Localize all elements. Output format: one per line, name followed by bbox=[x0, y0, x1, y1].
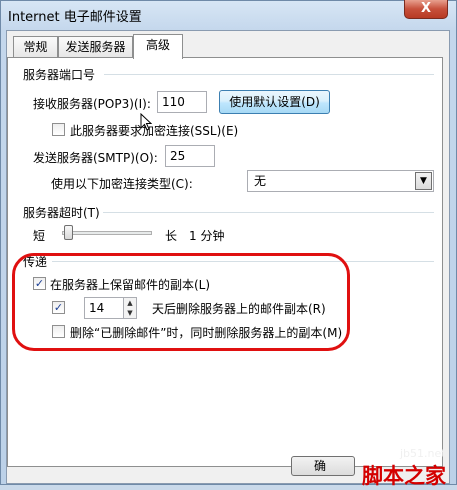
ports-group-label: 服务器端口号 bbox=[23, 66, 96, 83]
checkmark-icon: ✓ bbox=[53, 301, 64, 314]
ok-button[interactable]: 确 bbox=[291, 456, 355, 476]
keep-copy-label: 在服务器上保留邮件的副本(L) bbox=[50, 278, 211, 292]
advanced-panel bbox=[7, 57, 443, 467]
days-spinner[interactable]: ▲ ▼ bbox=[123, 297, 137, 319]
window-title: Internet 电子邮件设置 bbox=[8, 10, 142, 25]
timeout-slider-track[interactable] bbox=[62, 231, 152, 235]
checkmark-icon: ✓ bbox=[34, 277, 45, 290]
outgoing-server-label: 发送服务器(SMTP)(O): bbox=[33, 151, 158, 165]
delivery-group-divider bbox=[52, 261, 434, 262]
remove-after-days-input[interactable]: 14 bbox=[84, 297, 124, 319]
tab-advanced[interactable]: 高级 bbox=[133, 34, 183, 59]
timeout-value: 1 分钟 bbox=[189, 229, 225, 243]
timeout-short-label: 短 bbox=[33, 229, 46, 243]
use-defaults-button[interactable]: 使用默认设置(D) bbox=[219, 90, 330, 114]
ssl-label: 此服务器要求加密连接(SSL)(E) bbox=[70, 124, 239, 138]
spin-down-icon[interactable]: ▼ bbox=[124, 308, 136, 318]
tab-general[interactable]: 常规 bbox=[13, 36, 58, 58]
outgoing-port-input[interactable]: 25 bbox=[165, 145, 215, 167]
remove-after-label: 天后删除服务器上的邮件副本(R) bbox=[152, 302, 326, 316]
title-bar[interactable]: Internet 电子邮件设置 bbox=[0, 0, 457, 28]
watermark-brand: 脚本之家 bbox=[362, 464, 446, 488]
mouse-cursor-icon bbox=[140, 113, 152, 131]
encryption-type-value: 无 bbox=[254, 174, 267, 188]
remove-deleted-checkbox[interactable] bbox=[52, 325, 65, 338]
close-button[interactable]: X bbox=[404, 0, 448, 19]
tab-outgoing-server[interactable]: 发送服务器 bbox=[58, 36, 133, 58]
encryption-type-label: 使用以下加密连接类型(C): bbox=[51, 177, 193, 191]
timeout-slider-thumb[interactable] bbox=[64, 225, 74, 240]
chevron-down-icon[interactable]: ▼ bbox=[415, 172, 432, 190]
remove-deleted-label: 删除“已删除邮件”时，同时删除服务器上的副本(M) bbox=[70, 326, 343, 340]
remove-after-checkbox[interactable]: ✓ bbox=[52, 301, 65, 314]
keep-copy-checkbox[interactable]: ✓ bbox=[33, 277, 46, 290]
timeout-group-label: 服务器超时(T) bbox=[23, 204, 100, 221]
ssl-checkbox[interactable] bbox=[52, 123, 65, 136]
ports-group-divider bbox=[104, 74, 434, 75]
incoming-port-input[interactable]: 110 bbox=[157, 91, 207, 113]
delivery-group-label: 传递 bbox=[23, 253, 48, 270]
spin-up-icon[interactable]: ▲ bbox=[124, 298, 136, 308]
watermark-site: jb51.net bbox=[400, 447, 446, 460]
encryption-type-select[interactable]: 无 ▼ bbox=[247, 170, 434, 192]
timeout-long-label: 长 bbox=[165, 229, 178, 243]
timeout-group-divider bbox=[103, 212, 434, 213]
incoming-server-label: 接收服务器(POP3)(I): bbox=[33, 97, 151, 111]
